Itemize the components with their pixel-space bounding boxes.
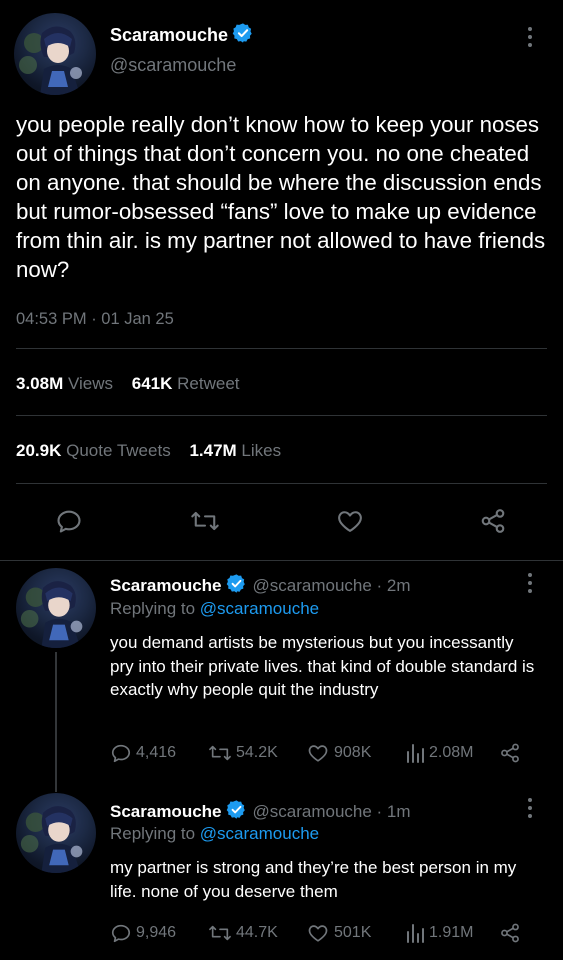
quote-label: Quote Tweets	[66, 441, 171, 460]
views-count: 3.08M	[16, 374, 64, 393]
engagement-stats-row-2: 20.9K Quote Tweets 1.47M Likes	[16, 441, 281, 461]
retweet-icon	[209, 745, 231, 761]
views-label: Views	[67, 374, 114, 393]
divider	[0, 560, 563, 561]
divider	[16, 415, 547, 416]
replying-to-handle[interactable]: @scaramouche	[200, 824, 319, 843]
thread-line	[55, 652, 57, 792]
retweet-button[interactable]	[190, 507, 220, 540]
retweet-icon	[191, 511, 219, 531]
more-icon[interactable]	[518, 573, 542, 593]
verified-badge-icon	[232, 22, 254, 49]
share-icon	[501, 743, 519, 763]
likes-stat[interactable]: 1.47M Likes	[189, 441, 281, 460]
retweet-count: 44.7K	[236, 924, 278, 941]
like-count: 908K	[334, 744, 372, 761]
reply-count: 9,946	[136, 924, 177, 941]
share-button[interactable]	[478, 507, 508, 540]
likes-count: 1.47M	[189, 441, 237, 460]
retweet-action[interactable]: 44.7K	[208, 922, 278, 944]
author-name-text[interactable]: Scaramouche	[110, 25, 228, 46]
likes-label: Likes	[241, 441, 282, 460]
retweet-count: 641K	[131, 374, 173, 393]
more-icon[interactable]	[518, 27, 542, 47]
views-icon	[407, 924, 424, 943]
share-action[interactable]	[498, 742, 522, 769]
like-icon	[308, 925, 328, 942]
reply-text: my partner is strong and they’re the bes…	[110, 858, 517, 901]
retweet-count: 54.2K	[236, 744, 278, 761]
share-action[interactable]	[498, 922, 522, 949]
reply-author-name[interactable]: Scaramouche	[110, 576, 222, 596]
reply-text: you demand artists be mysterious but you…	[110, 633, 535, 699]
reply-action[interactable]: 9,946	[110, 922, 176, 944]
quote-stat[interactable]: 20.9K Quote Tweets	[16, 441, 171, 460]
like-count: 501K	[334, 924, 372, 941]
reply-author-name[interactable]: Scaramouche	[110, 802, 222, 822]
views-stat[interactable]: 3.08M Views	[16, 374, 113, 393]
divider	[16, 348, 547, 349]
views-action[interactable]: 2.08M	[405, 742, 473, 764]
views-count: 1.91M	[429, 924, 474, 941]
reply-author[interactable]: Scaramouche @scaramouche · 1m	[110, 799, 411, 825]
avatar[interactable]	[16, 793, 96, 873]
replying-to: Replying to @scaramouche	[110, 599, 319, 619]
retweet-stat[interactable]: 641K Retweet	[132, 374, 240, 393]
retweet-action[interactable]: 54.2K	[208, 742, 278, 764]
replying-to-label: Replying to	[110, 824, 196, 843]
reply-icon	[111, 744, 131, 763]
like-action[interactable]: 908K	[306, 742, 371, 764]
reply-count: 4,416	[136, 744, 177, 761]
author-name[interactable]: Scaramouche	[110, 22, 254, 49]
share-icon	[501, 923, 519, 943]
share-icon	[481, 509, 505, 533]
more-icon[interactable]	[518, 798, 542, 818]
divider	[16, 483, 547, 484]
like-icon	[308, 745, 328, 762]
retweet-label: Retweet	[177, 374, 240, 393]
reply-icon	[111, 924, 131, 943]
quote-count: 20.9K	[16, 441, 62, 460]
replying-to-handle[interactable]: @scaramouche	[200, 599, 319, 618]
views-count: 2.08M	[429, 744, 474, 761]
avatar[interactable]	[16, 568, 96, 648]
views-icon	[407, 744, 424, 763]
reply-handle-time[interactable]: @scaramouche · 2m	[253, 576, 411, 596]
avatar[interactable]	[14, 13, 96, 95]
retweet-icon	[209, 925, 231, 941]
author-handle[interactable]: @scaramouche	[110, 55, 236, 76]
verified-badge-icon	[226, 799, 247, 825]
reply-handle-time[interactable]: @scaramouche · 1m	[253, 802, 411, 822]
replying-to-label: Replying to	[110, 599, 196, 618]
verified-badge-icon	[226, 573, 247, 599]
like-button[interactable]	[335, 507, 365, 540]
engagement-stats-row-1: 3.08M Views 641K Retweet	[16, 374, 240, 394]
reply-author[interactable]: Scaramouche @scaramouche · 2m	[110, 573, 411, 599]
views-action[interactable]: 1.91M	[405, 922, 473, 944]
tweet-text: you people really don’t know how to keep…	[16, 112, 546, 282]
reply-icon	[57, 510, 81, 533]
like-icon	[338, 511, 362, 532]
replying-to: Replying to @scaramouche	[110, 824, 319, 844]
reply-action[interactable]: 4,416	[110, 742, 176, 764]
reply-button[interactable]	[55, 507, 83, 540]
tweet-timestamp: 04:53 PM · 01 Jan 25	[16, 310, 174, 328]
like-action[interactable]: 501K	[306, 922, 371, 944]
